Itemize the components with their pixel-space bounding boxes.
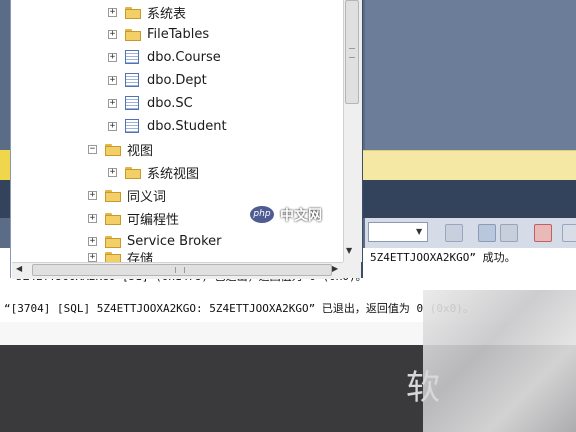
expand-icon[interactable]: + <box>108 29 117 39</box>
tree-item-label: 系统视图 <box>147 166 200 182</box>
expand-icon[interactable]: + <box>108 75 117 85</box>
expand-icon[interactable]: + <box>108 167 117 177</box>
tree-item-label: dbo.Dept <box>147 72 207 88</box>
word-wrap-icon[interactable] <box>562 224 576 242</box>
folder-icon <box>125 166 141 179</box>
table-icon <box>125 50 139 64</box>
table-icon <box>125 119 139 133</box>
folder-icon <box>105 252 121 262</box>
info-bar-accent <box>0 150 10 180</box>
folder-icon <box>105 212 121 225</box>
tree-item-dbo-dept[interactable]: + dbo.Dept <box>108 70 207 90</box>
collapse-icon[interactable]: − <box>88 144 97 154</box>
tree-item-programmability[interactable]: + 可编程性 <box>88 208 179 228</box>
expand-icon[interactable]: + <box>88 190 97 200</box>
expand-icon[interactable]: + <box>108 121 117 131</box>
scroll-right-arrow-icon[interactable]: ▶ <box>332 264 338 273</box>
tree-item-synonyms[interactable]: + 同义词 <box>88 185 166 205</box>
tree-item-label: dbo.Course <box>147 49 221 65</box>
tree-item-dbo-course[interactable]: + dbo.Course <box>108 47 221 67</box>
scroll-left-arrow-icon[interactable]: ◀ <box>16 264 22 273</box>
expand-icon[interactable]: + <box>88 252 97 262</box>
chevron-down-icon[interactable]: ▼ <box>416 227 422 236</box>
tree-item-label: 存储 <box>127 252 154 262</box>
grip-icon <box>175 267 185 273</box>
tree-item-label: 可编程性 <box>127 212 180 228</box>
folder-icon <box>105 143 121 156</box>
table-icon <box>125 73 139 87</box>
tree-item-label: 视图 <box>127 143 154 159</box>
tree-item-dbo-student[interactable]: + dbo.Student <box>108 116 227 136</box>
blurred-region <box>423 290 576 432</box>
clear-all-icon[interactable] <box>534 224 552 242</box>
expand-icon[interactable]: + <box>88 236 97 246</box>
watermark-char: 软 <box>406 368 440 408</box>
scroll-down-arrow-icon[interactable]: ▼ <box>346 246 352 255</box>
folder-icon <box>105 235 121 248</box>
table-icon <box>125 96 139 110</box>
folder-icon <box>105 189 121 202</box>
tree-item-label: 同义词 <box>127 189 167 205</box>
tree-item-system-views[interactable]: + 系统视图 <box>108 162 199 182</box>
folder-icon <box>125 28 141 41</box>
tree-item-system-tables[interactable]: + 系统表 <box>108 2 186 22</box>
output-line-1: 5Z4ETTJOOXA2KGO” 成功。 <box>370 251 516 264</box>
tree-item-views[interactable]: − 视图 <box>88 139 153 159</box>
find-next-icon[interactable] <box>500 224 518 242</box>
tree-item-service-broker[interactable]: + Service Broker <box>88 231 222 251</box>
expand-icon[interactable]: + <box>108 52 117 62</box>
expand-icon[interactable]: + <box>108 7 117 17</box>
tree-item-label: dbo.SC <box>147 95 193 111</box>
tree-item-filetables[interactable]: + FileTables <box>108 24 209 44</box>
expand-icon[interactable]: + <box>88 213 97 223</box>
document-area <box>365 0 576 150</box>
php-logo: php <box>250 206 274 223</box>
grip-icon <box>349 48 355 58</box>
output-line-3: “[3704] [SQL] 5Z4ETTJOOXA2KGO: 5Z4ETTJOO… <box>4 302 474 315</box>
tree-item-label: 系统表 <box>147 6 187 22</box>
folder-icon <box>125 6 141 19</box>
scroll-corner <box>343 262 361 278</box>
tree-item-label: Service Broker <box>127 233 222 249</box>
tree-item-dbo-sc[interactable]: + dbo.SC <box>108 93 193 113</box>
tree-item-storage[interactable]: + 存储 <box>88 252 153 262</box>
expand-icon[interactable]: + <box>108 98 117 108</box>
watermark-text: 中文网 <box>280 208 322 224</box>
tree-item-label: dbo.Student <box>147 118 227 134</box>
tree-item-label: FileTables <box>147 26 210 42</box>
find-icon[interactable] <box>478 224 496 242</box>
goto-icon[interactable] <box>445 224 463 242</box>
